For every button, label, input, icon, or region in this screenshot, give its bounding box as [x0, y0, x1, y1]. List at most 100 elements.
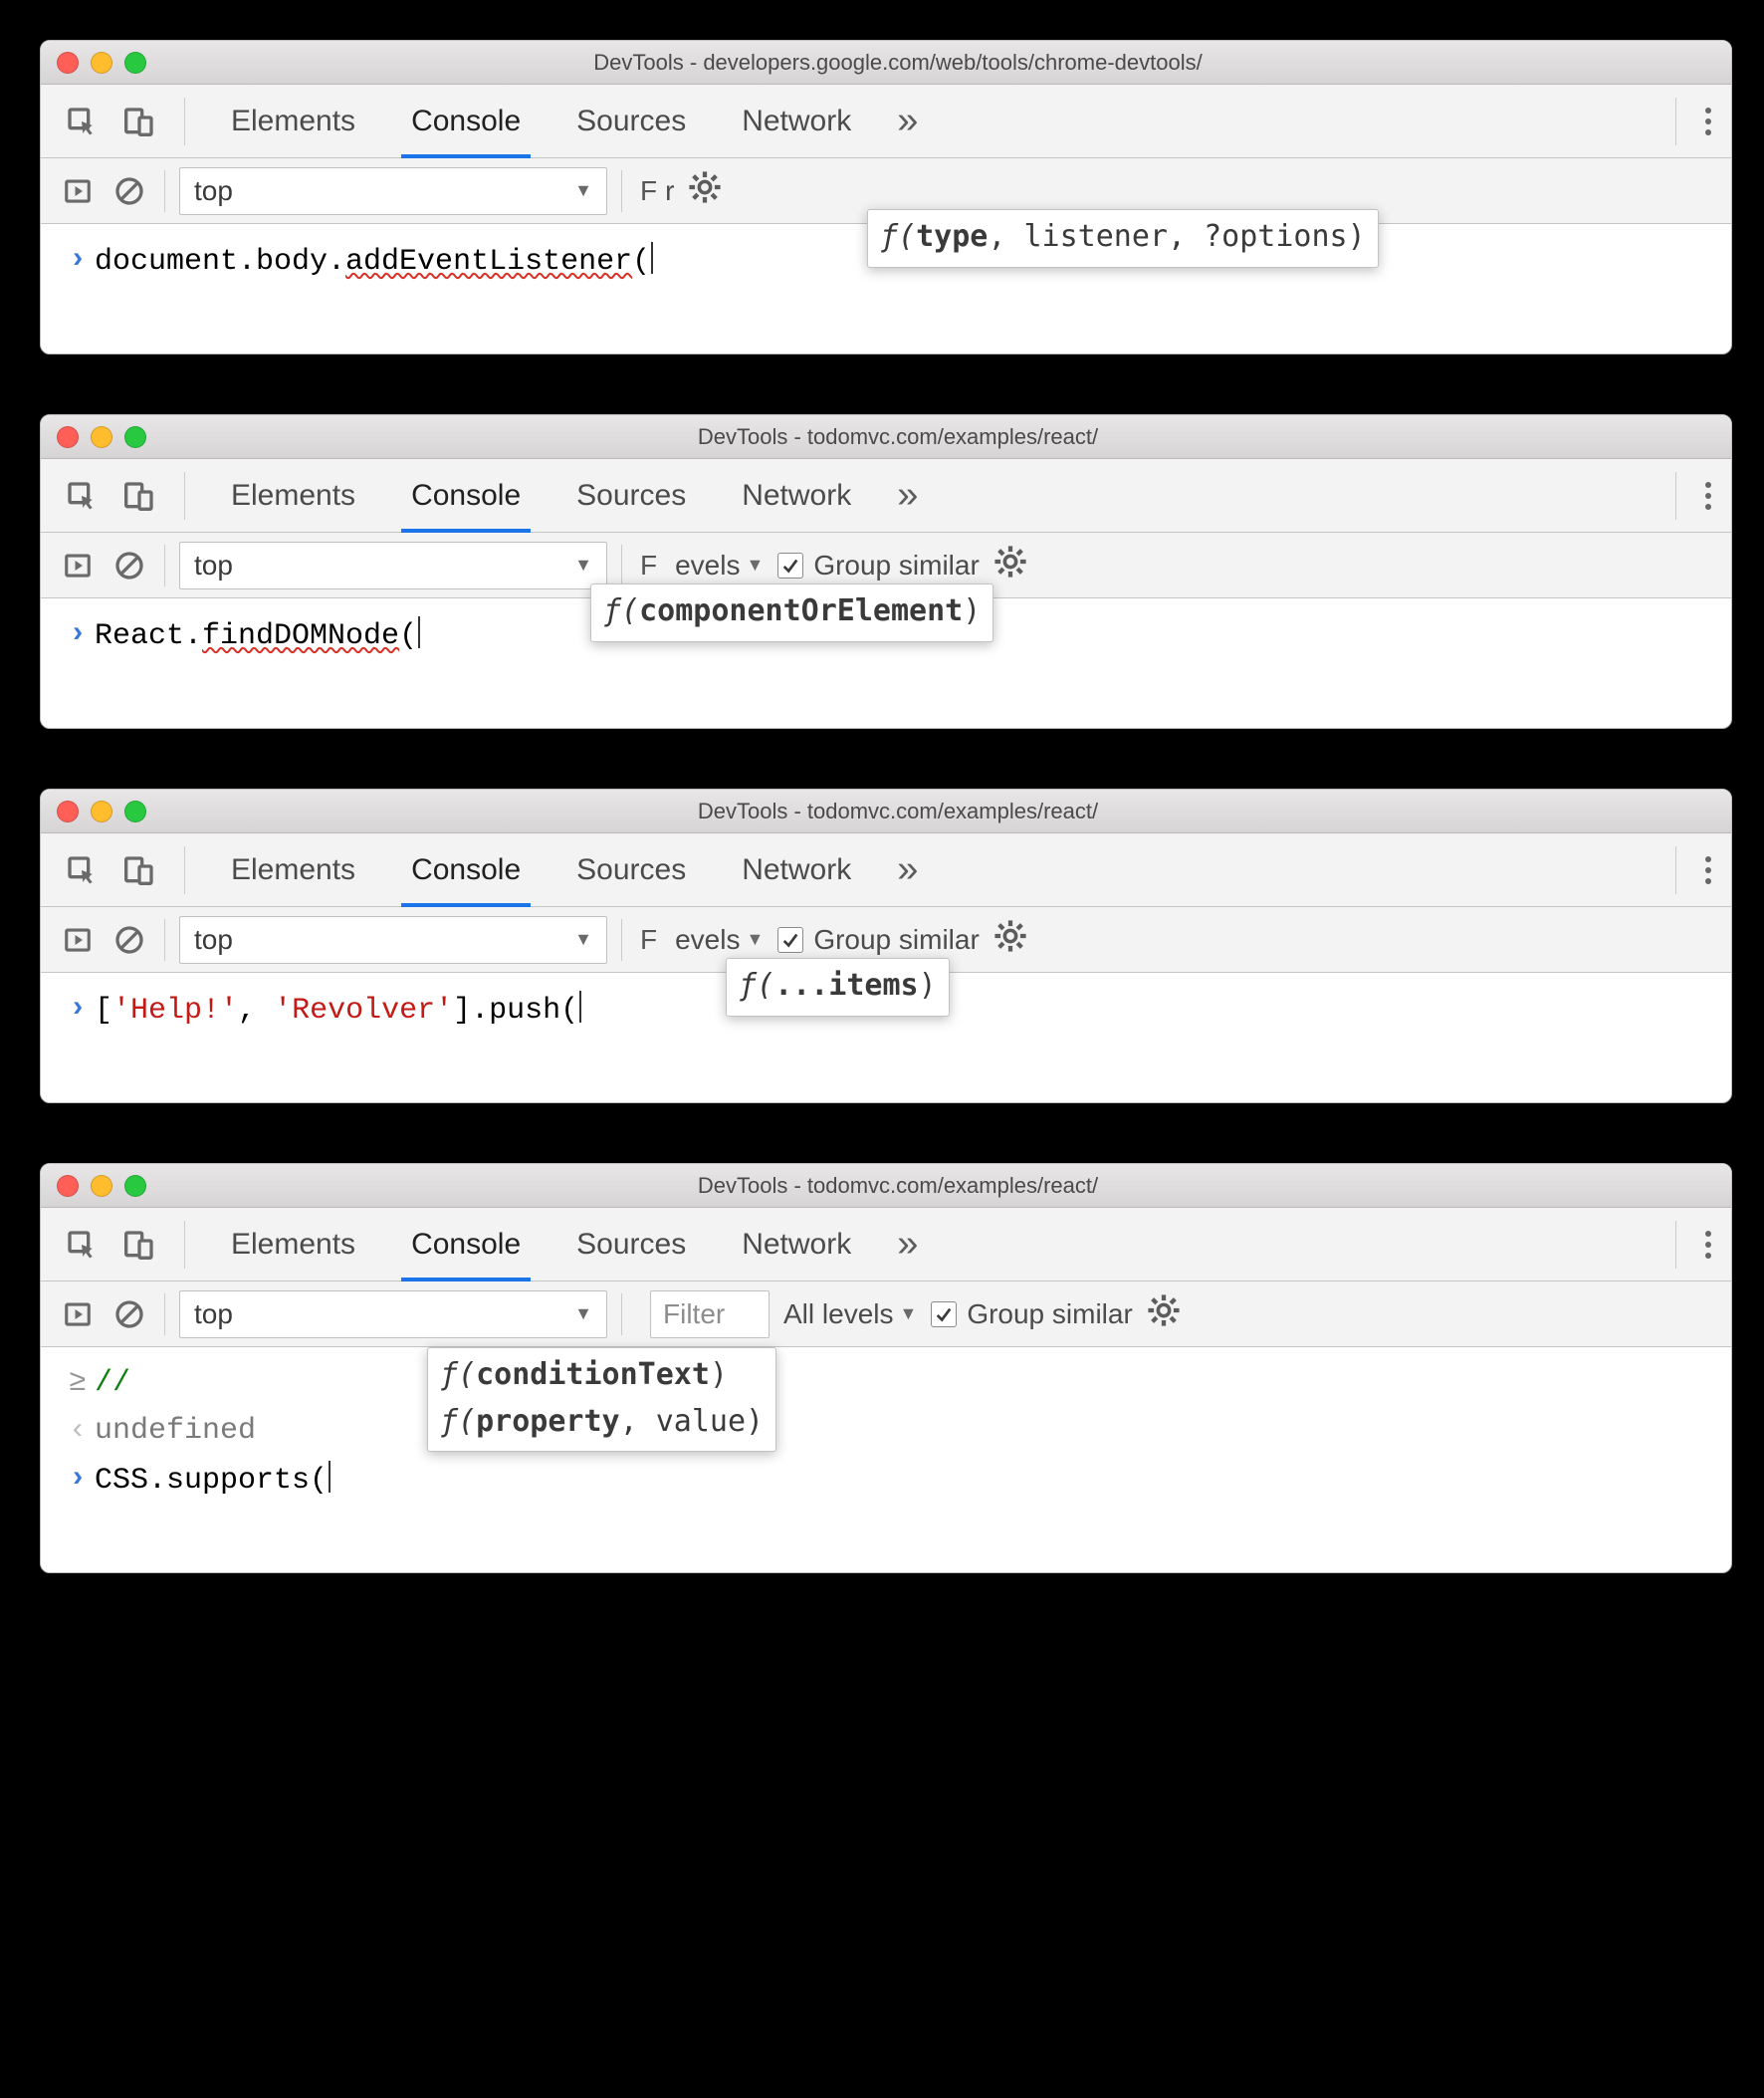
tab-elements[interactable]: Elements: [203, 459, 383, 533]
tab-network[interactable]: Network: [714, 1208, 879, 1282]
tab-network[interactable]: Network: [714, 85, 879, 158]
context-value: top: [194, 175, 233, 207]
inspect-icon[interactable]: [61, 101, 103, 142]
console-row[interactable]: ≥//: [41, 1359, 1731, 1407]
device-toggle-icon[interactable]: [118, 849, 160, 891]
tab-sources[interactable]: Sources: [549, 85, 714, 158]
inspect-icon[interactable]: [61, 849, 103, 891]
window-title: DevTools - developers.google.com/web/too…: [81, 50, 1715, 76]
log-level-selector[interactable]: evels▼: [675, 924, 764, 956]
clear-console-icon[interactable]: [109, 919, 150, 961]
panel-tabs: ElementsConsoleSourcesNetwork »: [203, 833, 912, 907]
context-selector[interactable]: top▼: [179, 1290, 607, 1338]
devtools-window: DevTools - todomvc.com/examples/react/El…: [40, 414, 1732, 729]
console-body[interactable]: ƒ(componentOrElement)›React.findDOMNode(: [41, 598, 1731, 728]
clear-console-icon[interactable]: [109, 170, 150, 212]
tab-network[interactable]: Network: [714, 459, 879, 533]
settings-gear-icon[interactable]: [1147, 1293, 1181, 1334]
window-title: DevTools - todomvc.com/examples/react/: [81, 799, 1715, 824]
filter-input[interactable]: F: [636, 175, 661, 207]
tab-console[interactable]: Console: [383, 85, 549, 158]
overflow-menu-icon[interactable]: [1675, 846, 1717, 894]
log-level-selector[interactable]: All levels▼: [783, 1298, 917, 1330]
group-similar-checkbox[interactable]: [777, 553, 803, 579]
group-similar-label: Group similar: [813, 550, 979, 582]
console-sidebar-toggle-icon[interactable]: [57, 919, 99, 961]
close-icon[interactable]: [57, 1175, 79, 1197]
tab-sources[interactable]: Sources: [549, 459, 714, 533]
close-icon[interactable]: [57, 426, 79, 448]
signature-line: ƒ(conditionText): [440, 1352, 764, 1399]
tab-elements[interactable]: Elements: [203, 833, 383, 907]
log-level-selector[interactable]: evels▼: [675, 550, 764, 582]
console-sidebar-toggle-icon[interactable]: [57, 1293, 99, 1335]
console-row[interactable]: ›CSS.supports(: [41, 1455, 1731, 1503]
overflow-menu-icon[interactable]: [1675, 98, 1717, 145]
chevron-down-icon: ▼: [574, 555, 592, 576]
chevron-down-icon: ▼: [574, 929, 592, 950]
close-icon[interactable]: [57, 801, 79, 822]
code-input[interactable]: ['Help!', 'Revolver'].push(: [95, 991, 581, 1028]
filter-input[interactable]: F: [636, 924, 661, 956]
context-selector[interactable]: top▼: [179, 167, 607, 215]
group-similar-label: Group similar: [967, 1298, 1132, 1330]
code-input[interactable]: undefined: [95, 1414, 256, 1448]
settings-gear-icon[interactable]: [993, 919, 1027, 960]
close-icon[interactable]: [57, 52, 79, 74]
chevron-down-icon: ▼: [746, 929, 764, 950]
separator: [184, 1221, 185, 1269]
console-row[interactable]: ‹undefined: [41, 1407, 1731, 1455]
device-toggle-icon[interactable]: [118, 1224, 160, 1266]
filter-input[interactable]: F: [636, 550, 661, 582]
panel-tabs: ElementsConsoleSourcesNetwork »: [203, 85, 912, 158]
signature-line: ƒ(componentOrElement): [603, 588, 981, 635]
overflow-menu-icon[interactable]: [1675, 472, 1717, 520]
tab-sources[interactable]: Sources: [549, 833, 714, 907]
inspect-icon[interactable]: [61, 1224, 103, 1266]
prompt-icon: ›: [61, 243, 95, 277]
signature-popup: ƒ(...items): [726, 958, 950, 1017]
code-input[interactable]: React.findDOMNode(: [95, 616, 420, 653]
more-tabs-icon[interactable]: »: [897, 100, 912, 142]
device-toggle-icon[interactable]: [118, 475, 160, 517]
filter-input[interactable]: Filter: [650, 1290, 770, 1338]
context-selector[interactable]: top ▼: [179, 916, 607, 964]
group-similar-checkbox[interactable]: [777, 927, 803, 953]
tab-sources[interactable]: Sources: [549, 1208, 714, 1282]
prompt-icon: ≥: [61, 1366, 95, 1400]
overflow-menu-icon[interactable]: [1675, 1221, 1717, 1269]
prompt-icon: ›: [61, 617, 95, 651]
device-toggle-icon[interactable]: [118, 101, 160, 142]
code-input[interactable]: document.body.addEventListener(: [95, 242, 653, 279]
more-tabs-icon[interactable]: »: [897, 474, 912, 517]
clear-console-icon[interactable]: [109, 1293, 150, 1335]
group-similar-checkbox[interactable]: [931, 1301, 957, 1327]
tab-strip: ElementsConsoleSourcesNetwork »: [41, 459, 1731, 533]
code-input[interactable]: //: [95, 1366, 130, 1400]
tab-console[interactable]: Console: [383, 1208, 549, 1282]
more-tabs-icon[interactable]: »: [897, 1223, 912, 1266]
console-sidebar-toggle-icon[interactable]: [57, 545, 99, 586]
settings-gear-icon[interactable]: [993, 545, 1027, 585]
context-value: top: [194, 924, 233, 956]
settings-gear-icon[interactable]: [688, 170, 722, 211]
console-body[interactable]: ƒ(type, listener, ?options)›document.bod…: [41, 224, 1731, 353]
console-body[interactable]: ƒ(...items)›['Help!', 'Revolver'].push(: [41, 973, 1731, 1102]
more-tabs-icon[interactable]: »: [897, 848, 912, 891]
code-input[interactable]: CSS.supports(: [95, 1461, 331, 1498]
signature-line: ƒ(type, listener, ?options): [880, 214, 1366, 261]
tab-elements[interactable]: Elements: [203, 85, 383, 158]
clear-console-icon[interactable]: [109, 545, 150, 586]
prompt-icon: ‹: [61, 1414, 95, 1448]
console-body[interactable]: ƒ(conditionText)ƒ(property, value)≥//‹un…: [41, 1347, 1731, 1572]
tab-network[interactable]: Network: [714, 833, 879, 907]
window-title: DevTools - todomvc.com/examples/react/: [81, 1173, 1715, 1199]
context-selector[interactable]: top▼: [179, 542, 607, 589]
tab-elements[interactable]: Elements: [203, 1208, 383, 1282]
tab-console[interactable]: Console: [383, 459, 549, 533]
group-similar-label: r: [665, 175, 674, 207]
inspect-icon[interactable]: [61, 475, 103, 517]
chevron-down-icon: ▼: [899, 1303, 917, 1324]
tab-console[interactable]: Console: [383, 833, 549, 907]
console-sidebar-toggle-icon[interactable]: [57, 170, 99, 212]
